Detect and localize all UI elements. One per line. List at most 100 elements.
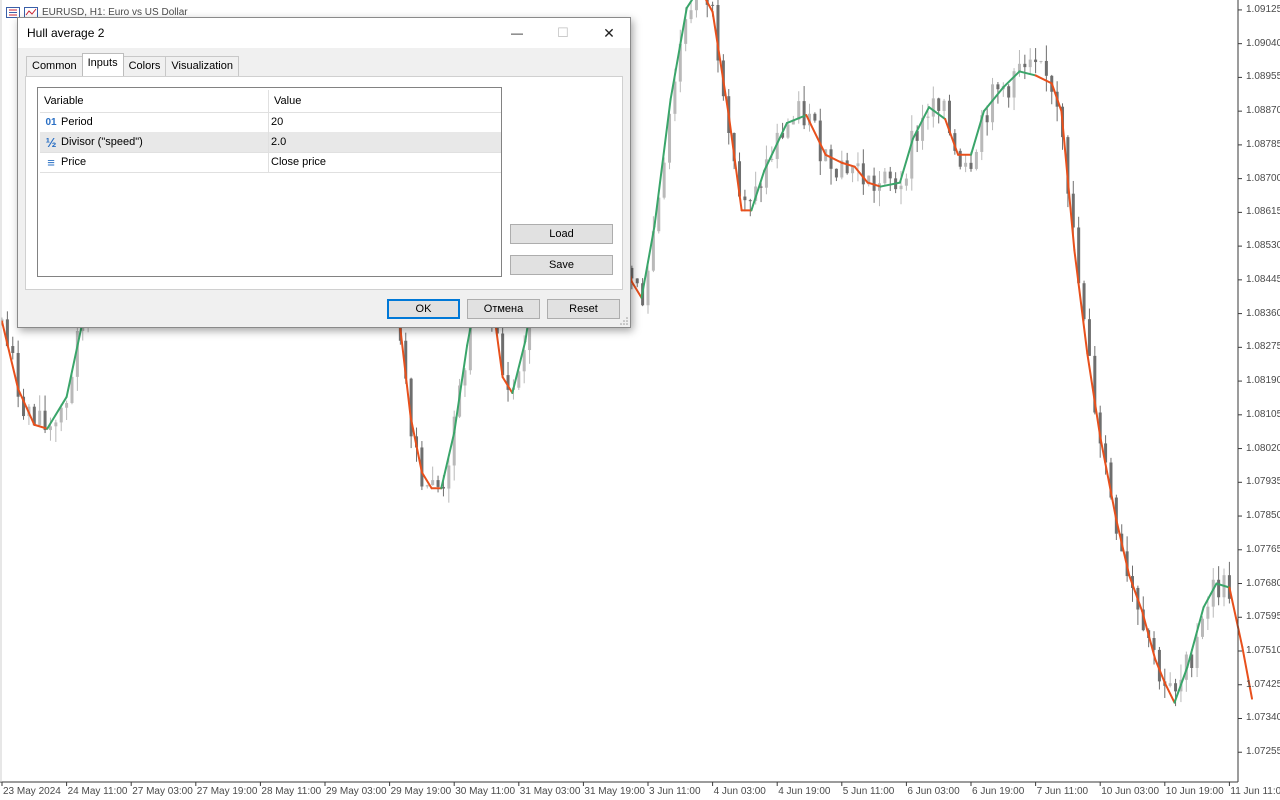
hull-ma-segment <box>1141 610 1157 660</box>
hull-ma-segment <box>1002 70 1021 89</box>
candle-body <box>888 171 892 179</box>
candle-body <box>969 162 973 169</box>
candle-body <box>942 100 946 111</box>
load-button[interactable]: Load <box>510 224 613 244</box>
time-tick-label: 27 May 03:00 <box>132 786 193 797</box>
price-tick-label: 1.09125 <box>1246 3 1280 15</box>
tab-common[interactable]: Common <box>26 56 83 76</box>
time-tick-label: 11 Jun 11:00 <box>1230 786 1280 797</box>
hull-ma-segment <box>653 98 672 228</box>
hull-ma-segment <box>409 415 423 474</box>
time-tick-label: 31 May 19:00 <box>584 786 645 797</box>
row-value[interactable]: 20 <box>271 112 283 132</box>
hull-ma-segment <box>705 0 714 13</box>
candle-body <box>958 150 962 167</box>
time-tick-label: 29 May 03:00 <box>326 786 387 797</box>
time-tick-label: 30 May 11:00 <box>455 786 516 797</box>
candle-body <box>662 162 666 198</box>
tab-colors[interactable]: Colors <box>122 56 167 76</box>
table-row[interactable]: ½ Divisor ("speed") 2.0 <box>40 132 501 153</box>
time-tick-label: 6 Jun 03:00 <box>907 786 960 797</box>
ok-button[interactable]: OK <box>387 299 460 319</box>
integer-icon: 01 <box>45 116 57 128</box>
candle-body <box>1195 636 1199 668</box>
inputs-panel: Variable Value 01 Period 20 ½ Divisor ("… <box>25 76 623 290</box>
price-tick-label: 1.08870 <box>1246 105 1280 117</box>
hull-ma-segment <box>1018 70 1037 77</box>
candle-body <box>904 178 908 186</box>
candle-body <box>845 160 849 174</box>
candle-body <box>743 196 747 201</box>
price-tick-label: 1.07425 <box>1246 678 1280 690</box>
column-header-value[interactable]: Value <box>274 90 301 112</box>
time-tick-label: 24 May 11:00 <box>67 786 128 797</box>
candle-body <box>11 346 15 353</box>
resize-grip-icon[interactable] <box>620 317 628 325</box>
tab-inputs[interactable]: Inputs <box>81 53 124 76</box>
candle-body <box>436 480 440 487</box>
row-value[interactable]: Close price <box>271 152 326 172</box>
price-tick-label: 1.08955 <box>1246 71 1280 83</box>
row-value[interactable]: 2.0 <box>271 132 286 152</box>
time-tick-label: 23 May 2024 <box>3 786 61 797</box>
hull-ma-segment <box>1128 574 1144 613</box>
time-tick-label: 3 Jun 11:00 <box>649 786 701 797</box>
row-variable-cell: ½ Divisor ("speed") <box>40 132 269 152</box>
cancel-button[interactable]: Отмена <box>467 299 540 319</box>
save-button[interactable]: Save <box>510 255 613 275</box>
row-variable-cell: ≡ Price <box>40 152 269 172</box>
candle-body <box>1044 60 1048 76</box>
row-variable-label: Price <box>61 156 87 168</box>
hull-ma-segment <box>853 165 869 184</box>
table-row[interactable]: ≡ Price Close price <box>40 152 501 173</box>
candle-body <box>1017 63 1021 72</box>
candle-body <box>748 200 752 202</box>
price-tick-label: 1.08105 <box>1246 408 1280 420</box>
dialog-title: Hull average 2 <box>27 26 105 40</box>
price-tick-label: 1.08445 <box>1246 273 1280 285</box>
time-tick-label: 4 Jun 19:00 <box>778 786 831 797</box>
price-tick-label: 1.08700 <box>1246 172 1280 184</box>
candle-body <box>1023 63 1027 68</box>
candle-body <box>1007 86 1011 98</box>
reset-button[interactable]: Reset <box>547 299 620 319</box>
inputs-table: Variable Value 01 Period 20 ½ Divisor ("… <box>37 87 502 277</box>
candle-body <box>646 270 650 306</box>
table-row[interactable]: 01 Period 20 <box>40 112 501 133</box>
hull-ma-segment <box>1099 435 1118 522</box>
candle-body <box>802 101 806 126</box>
candle-body <box>1087 319 1091 356</box>
candle-body <box>431 480 435 486</box>
hull-ma-segment <box>669 6 688 101</box>
time-tick-label: 29 May 19:00 <box>390 786 452 797</box>
hull-ma-segment <box>1186 606 1205 668</box>
candle-body <box>59 407 63 423</box>
dialog-titlebar[interactable]: Hull average 2 — ☐ ✕ <box>18 18 630 48</box>
tab-visualization[interactable]: Visualization <box>165 56 239 76</box>
hull-ma-segment <box>630 280 643 299</box>
candle-body <box>996 84 1000 90</box>
time-tick-label: 4 Jun 03:00 <box>713 786 766 797</box>
candle-body <box>1174 683 1178 692</box>
fraction-icon: ½ <box>45 134 57 150</box>
candle-body <box>786 124 790 138</box>
price-tick-label: 1.09040 <box>1246 37 1280 49</box>
close-button[interactable]: ✕ <box>586 18 632 48</box>
row-variable-label: Divisor ("speed") <box>61 136 143 148</box>
time-tick-label: 31 May 03:00 <box>519 786 581 797</box>
candle-body <box>834 168 838 178</box>
hull-ma-segment <box>824 153 843 164</box>
price-tick-label: 1.08530 <box>1246 240 1280 252</box>
minimize-button[interactable]: — <box>494 18 540 48</box>
column-header-variable[interactable]: Variable <box>40 90 269 112</box>
candle-body <box>937 98 941 111</box>
candle-body <box>964 162 968 167</box>
candle-body <box>861 163 865 185</box>
time-tick-label: 27 May 19:00 <box>196 786 258 797</box>
candle-body <box>1200 618 1204 637</box>
candle-body <box>813 113 817 121</box>
time-tick-label: 10 Jun 03:00 <box>1101 786 1160 797</box>
price-tick-label: 1.07595 <box>1246 611 1280 623</box>
time-tick-label: 10 Jun 19:00 <box>1165 786 1224 797</box>
hull-ma-segment <box>763 122 788 172</box>
